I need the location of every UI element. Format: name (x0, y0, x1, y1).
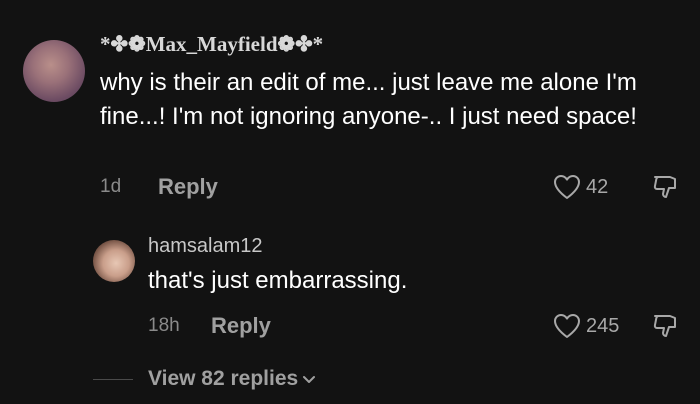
avatar[interactable] (23, 40, 85, 102)
thumbs-down-icon[interactable] (651, 312, 679, 340)
heart-icon[interactable] (553, 174, 581, 200)
thumbs-down-icon[interactable] (651, 173, 679, 201)
comment-text: that's just embarrassing. (148, 267, 408, 294)
comment-username[interactable]: hamsalam12 (148, 235, 263, 258)
reply-button[interactable]: Reply (158, 174, 218, 200)
view-replies-label: View 82 replies (148, 367, 299, 390)
like-count: 245 (586, 315, 620, 337)
divider (93, 379, 133, 380)
comment-text: why is their an edit of me... just leave… (100, 69, 637, 130)
like-count: 42 (586, 176, 609, 198)
avatar[interactable] (93, 240, 135, 282)
comment-timestamp: 18h (148, 315, 180, 336)
heart-icon[interactable] (553, 313, 581, 339)
chevron-down-icon (303, 376, 316, 384)
comment-timestamp: 1d (100, 176, 122, 197)
comment-username[interactable]: *✤❁Max_Mayfield❁✤* (100, 32, 323, 57)
reply-button[interactable]: Reply (211, 313, 271, 339)
view-replies-button[interactable]: View 82 replies (148, 367, 316, 391)
